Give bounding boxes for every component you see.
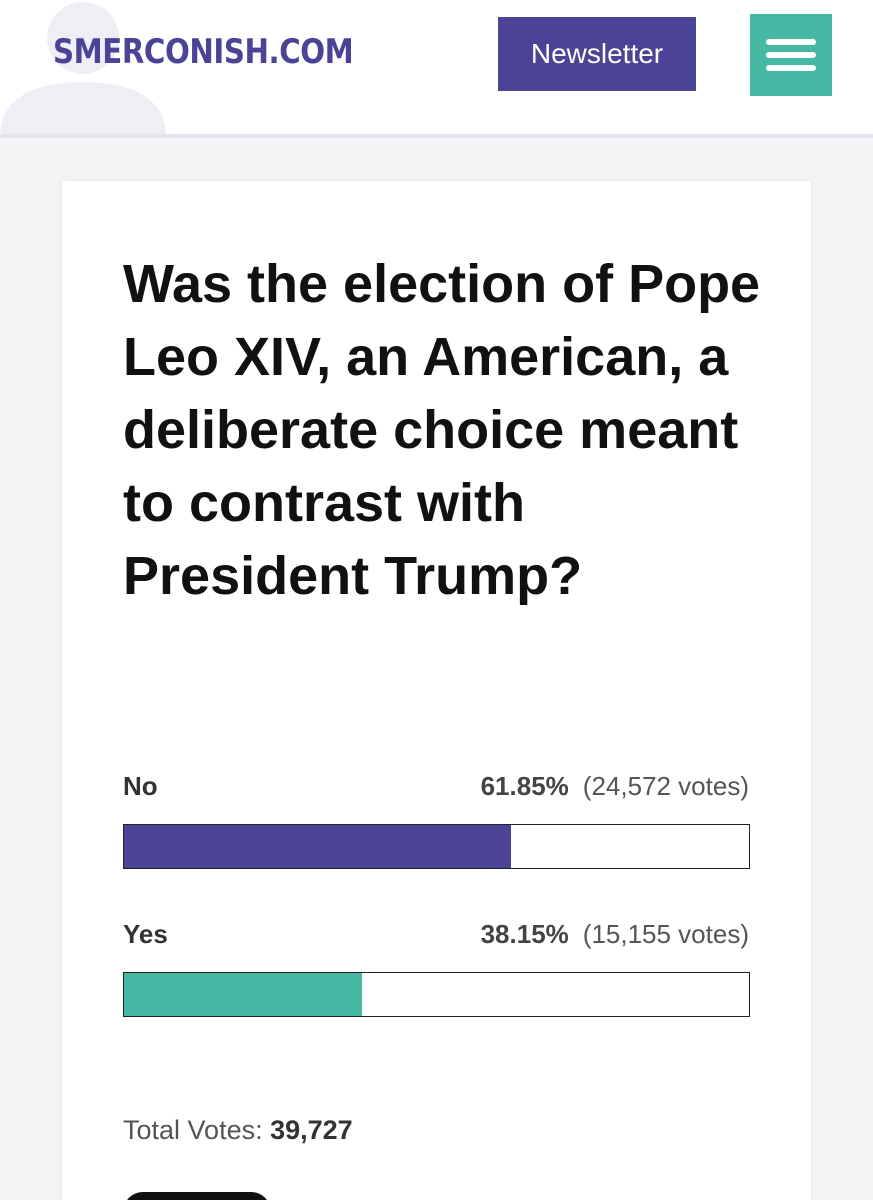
- poll-result-fill-yes: [124, 973, 363, 1016]
- poll-option-percent: 61.85%: [480, 771, 569, 801]
- poll-option-stats-yes: 38.15% (15,155 votes): [481, 919, 749, 950]
- poll-option-percent: 38.15%: [480, 919, 569, 949]
- poll-option-votes: (24,572 votes): [582, 771, 749, 801]
- site-logo[interactable]: SMERCONISH.COM: [53, 32, 354, 72]
- poll-option-votes: (15,155 votes): [582, 919, 749, 949]
- poll-result-bar-no: [123, 824, 750, 869]
- site-header: SMERCONISH.COM Newsletter: [0, 0, 873, 138]
- poll-option-label-yes: Yes: [123, 919, 168, 949]
- poll-result-bar-yes: [123, 972, 750, 1017]
- poll-option-stats-no: 61.85% (24,572 votes): [481, 771, 749, 802]
- poll-option-label-no: No: [123, 771, 158, 801]
- poll-result-fill-no: [124, 825, 511, 868]
- total-votes-label: Total Votes:: [123, 1115, 263, 1145]
- poll-action-button[interactable]: [123, 1192, 271, 1200]
- total-votes-value: 39,727: [270, 1115, 353, 1145]
- poll-question: Was the election of Pope Leo XIV, an Ame…: [123, 254, 761, 606]
- total-votes: Total Votes: 39,727: [123, 1115, 353, 1146]
- hamburger-menu-icon[interactable]: [750, 14, 832, 96]
- newsletter-button[interactable]: Newsletter: [498, 17, 696, 91]
